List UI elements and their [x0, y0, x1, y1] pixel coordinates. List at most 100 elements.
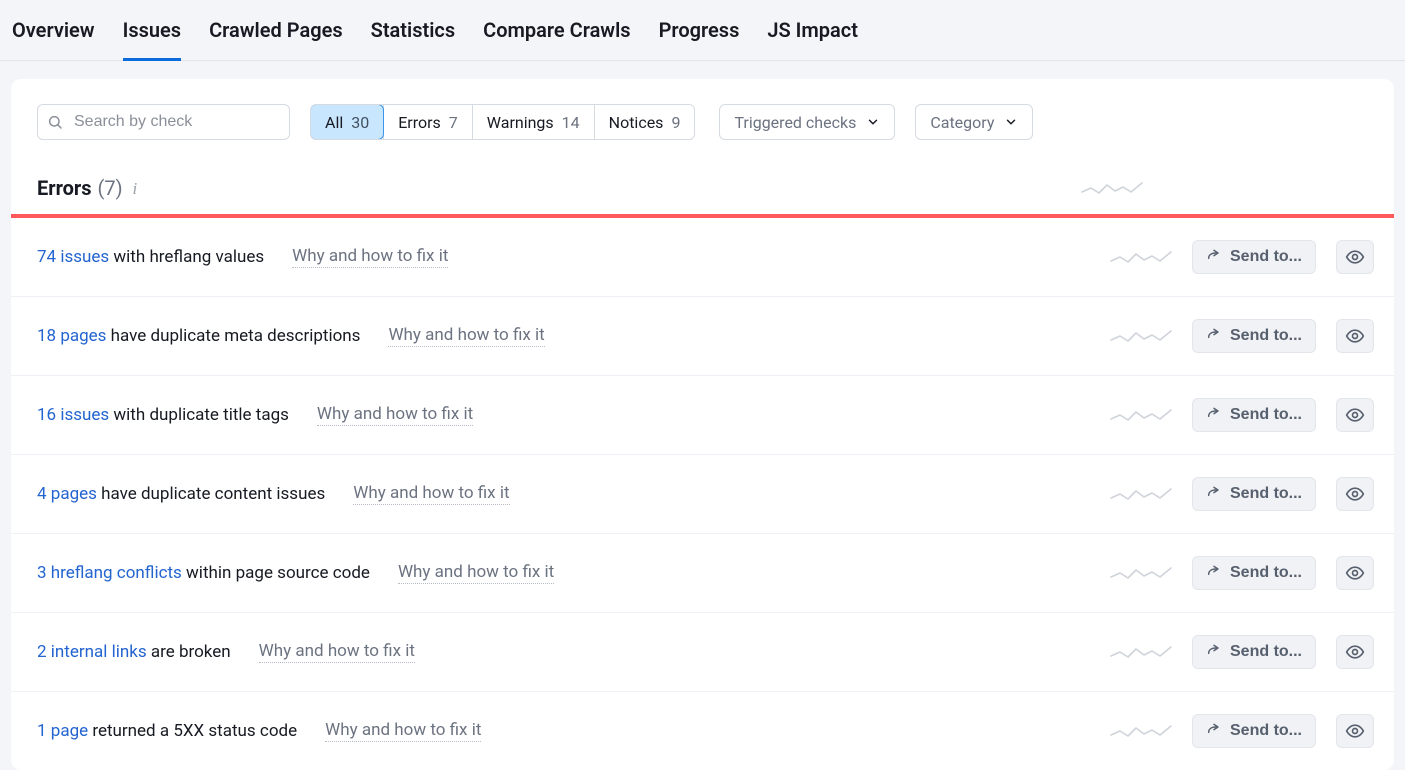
sparkline-icon	[1110, 564, 1172, 582]
eye-icon	[1345, 721, 1365, 741]
sparkline-icon	[1110, 327, 1172, 345]
dropdown-label: Triggered checks	[734, 113, 856, 132]
send-to-label: Send to...	[1230, 248, 1302, 266]
eye-icon	[1345, 326, 1365, 346]
eye-icon	[1345, 563, 1365, 583]
issues-card: All 30 Errors 7 Warnings 14 Notices 9 Tr…	[11, 79, 1394, 770]
issue-suffix: returned a 5XX status code	[88, 721, 297, 741]
tab-issues[interactable]: Issues	[123, 18, 182, 60]
view-button[interactable]	[1336, 319, 1374, 353]
issue-link[interactable]: 1 page	[37, 721, 88, 741]
tab-progress[interactable]: Progress	[659, 18, 740, 60]
share-arrow-icon	[1206, 723, 1222, 739]
send-to-button[interactable]: Send to...	[1192, 477, 1316, 511]
sparkline-icon	[1110, 643, 1172, 661]
eye-icon	[1345, 247, 1365, 267]
send-to-button[interactable]: Send to...	[1192, 635, 1316, 669]
view-button[interactable]	[1336, 556, 1374, 590]
fix-link[interactable]: Why and how to fix it	[398, 562, 554, 584]
issue-link[interactable]: 2 internal links	[37, 642, 147, 662]
view-button[interactable]	[1336, 398, 1374, 432]
info-icon[interactable]: i	[133, 180, 138, 197]
send-to-button[interactable]: Send to...	[1192, 240, 1316, 274]
view-button[interactable]	[1336, 635, 1374, 669]
tab-compare-crawls[interactable]: Compare Crawls	[483, 18, 630, 60]
fix-link[interactable]: Why and how to fix it	[325, 720, 481, 742]
issue-text: 4 pages have duplicate content issues	[37, 484, 325, 504]
filter-notices[interactable]: Notices 9	[594, 105, 695, 139]
filter-warnings[interactable]: Warnings 14	[472, 105, 594, 139]
issue-text: 18 pages have duplicate meta description…	[37, 326, 360, 346]
issue-row: 74 issues with hreflang values Why and h…	[11, 218, 1394, 297]
section-title: Errors	[37, 176, 91, 200]
sparkline-icon	[1081, 179, 1143, 197]
send-to-label: Send to...	[1230, 564, 1302, 582]
send-to-button[interactable]: Send to...	[1192, 714, 1316, 748]
fix-link[interactable]: Why and how to fix it	[353, 483, 509, 505]
issue-text: 74 issues with hreflang values	[37, 247, 264, 267]
filter-all[interactable]: All 30	[310, 104, 384, 140]
eye-icon	[1345, 642, 1365, 662]
tab-overview[interactable]: Overview	[12, 18, 95, 60]
issue-link[interactable]: 74 issues	[37, 247, 109, 267]
view-button[interactable]	[1336, 714, 1374, 748]
filter-count: 14	[562, 113, 580, 132]
send-to-button[interactable]: Send to...	[1192, 556, 1316, 590]
fix-link[interactable]: Why and how to fix it	[259, 641, 415, 663]
send-to-button[interactable]: Send to...	[1192, 398, 1316, 432]
send-to-label: Send to...	[1230, 327, 1302, 345]
send-to-label: Send to...	[1230, 643, 1302, 661]
issue-text: 2 internal links are broken	[37, 642, 231, 662]
tab-statistics[interactable]: Statistics	[371, 18, 456, 60]
issue-link[interactable]: 16 issues	[37, 405, 109, 425]
issues-list: 74 issues with hreflang values Why and h…	[11, 218, 1394, 770]
issue-text: 1 page returned a 5XX status code	[37, 721, 297, 741]
share-arrow-icon	[1206, 407, 1222, 423]
search-input[interactable]	[37, 104, 290, 140]
controls-bar: All 30 Errors 7 Warnings 14 Notices 9 Tr…	[11, 79, 1394, 154]
share-arrow-icon	[1206, 486, 1222, 502]
section-count: (7)	[97, 176, 122, 200]
issue-suffix: within page source code	[182, 563, 370, 583]
category-dropdown[interactable]: Category	[915, 104, 1033, 140]
issue-text: 16 issues with duplicate title tags	[37, 405, 289, 425]
eye-icon	[1345, 405, 1365, 425]
issue-suffix: have duplicate content issues	[97, 484, 325, 504]
fix-link[interactable]: Why and how to fix it	[292, 246, 448, 268]
sparkline-icon	[1110, 406, 1172, 424]
filter-segmented: All 30 Errors 7 Warnings 14 Notices 9	[310, 104, 695, 140]
view-button[interactable]	[1336, 477, 1374, 511]
tab-js-impact[interactable]: JS Impact	[767, 18, 858, 60]
filter-label: All	[325, 113, 343, 132]
filter-label: Errors	[398, 113, 441, 132]
share-arrow-icon	[1206, 328, 1222, 344]
issue-link[interactable]: 4 pages	[37, 484, 97, 504]
filter-errors[interactable]: Errors 7	[383, 105, 472, 139]
fix-link[interactable]: Why and how to fix it	[388, 325, 544, 347]
section-header: Errors (7) i	[11, 154, 1394, 214]
filter-count: 7	[449, 113, 458, 132]
filter-count: 30	[351, 113, 369, 132]
issue-suffix: are broken	[147, 642, 231, 662]
issue-link[interactable]: 3 hreflang conflicts	[37, 563, 182, 583]
view-button[interactable]	[1336, 240, 1374, 274]
sparkline-icon	[1110, 485, 1172, 503]
send-to-label: Send to...	[1230, 485, 1302, 503]
issue-suffix: have duplicate meta descriptions	[106, 326, 360, 346]
issue-link[interactable]: 18 pages	[37, 326, 106, 346]
issue-suffix: with hreflang values	[109, 247, 264, 267]
tab-crawled-pages[interactable]: Crawled Pages	[209, 18, 343, 60]
filter-label: Notices	[609, 113, 664, 132]
send-to-label: Send to...	[1230, 406, 1302, 424]
top-nav: Overview Issues Crawled Pages Statistics…	[0, 0, 1405, 61]
send-to-label: Send to...	[1230, 722, 1302, 740]
fix-link[interactable]: Why and how to fix it	[317, 404, 473, 426]
issue-row: 2 internal links are broken Why and how …	[11, 613, 1394, 692]
triggered-checks-dropdown[interactable]: Triggered checks	[719, 104, 895, 140]
sparkline-icon	[1110, 722, 1172, 740]
issue-suffix: with duplicate title tags	[109, 405, 289, 425]
send-to-button[interactable]: Send to...	[1192, 319, 1316, 353]
filter-count: 9	[671, 113, 680, 132]
share-arrow-icon	[1206, 565, 1222, 581]
dropdown-label: Category	[930, 113, 994, 132]
